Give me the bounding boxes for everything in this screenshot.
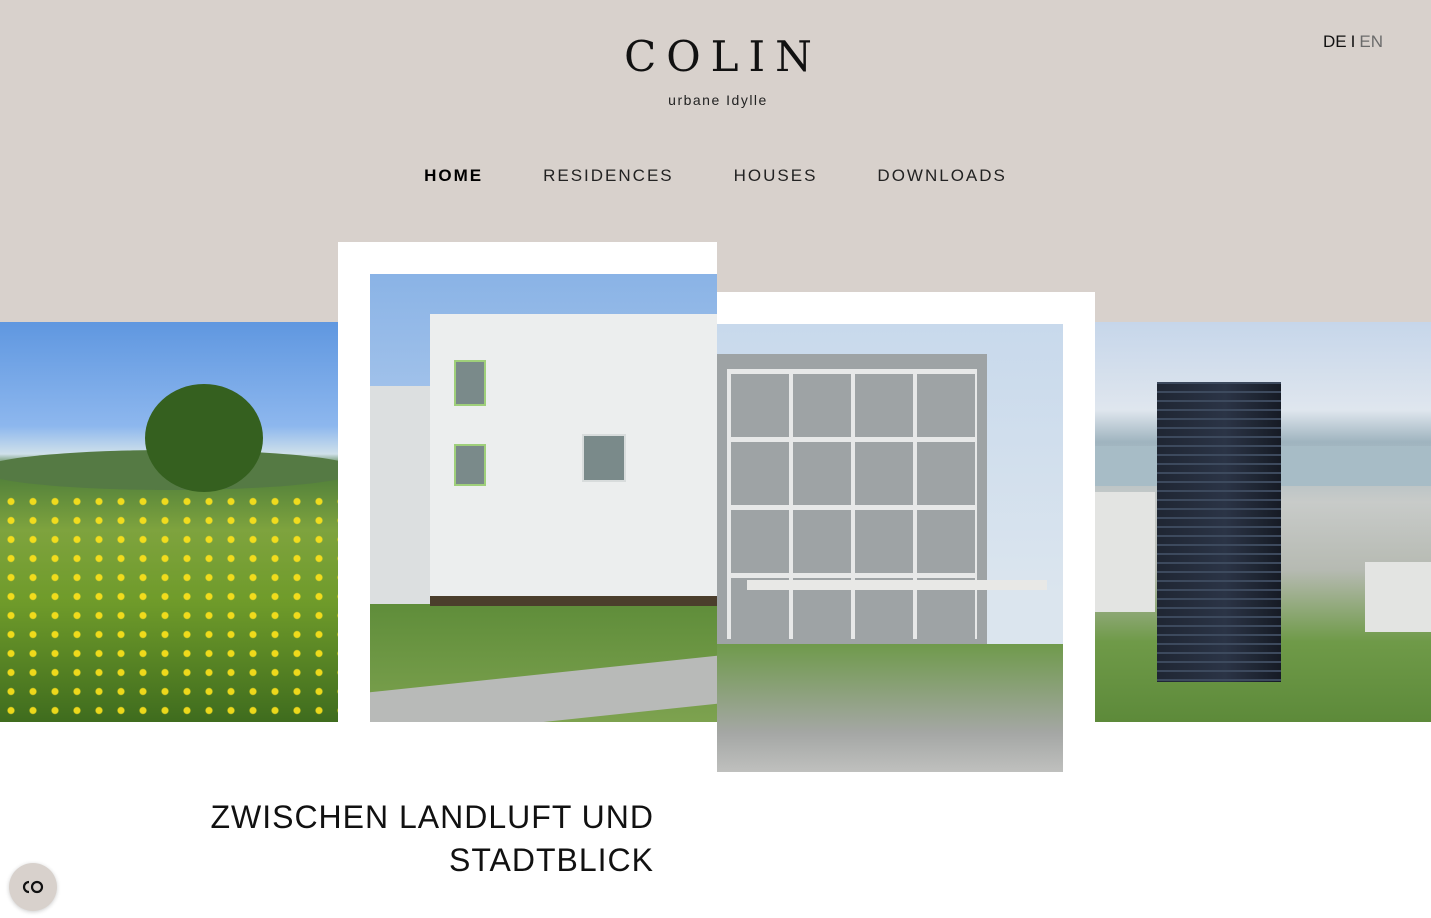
nav-downloads[interactable]: DOWNLOADS xyxy=(877,166,1006,186)
meadow-photo xyxy=(0,322,338,722)
nav-home[interactable]: HOME xyxy=(424,166,483,186)
cookie-consent-button[interactable] xyxy=(9,863,57,911)
language-en[interactable]: EN xyxy=(1359,32,1383,51)
main-nav: HOME RESIDENCES HOUSES DOWNLOADS xyxy=(0,166,1431,186)
brand-tagline: urbane Idylle xyxy=(668,92,768,108)
tower-aerial-photo xyxy=(1095,322,1431,722)
hero-headline: ZWISCHEN LANDLUFT UND STADTBLICK xyxy=(150,796,654,882)
headline-line-1: ZWISCHEN LANDLUFT UND xyxy=(210,799,654,835)
language-separator: I xyxy=(1350,32,1356,51)
cookie-consent-icon xyxy=(22,880,44,894)
language-de[interactable]: DE xyxy=(1323,32,1347,51)
nav-residences[interactable]: RESIDENCES xyxy=(543,166,674,186)
apartment-rendering xyxy=(717,324,1063,772)
headline-line-2: STADTBLICK xyxy=(449,842,654,878)
brand-logo[interactable]: COLIN urbane Idylle xyxy=(560,32,876,109)
brand-name: COLIN xyxy=(624,32,822,81)
nav-houses[interactable]: HOUSES xyxy=(734,166,818,186)
language-switcher: DE I EN xyxy=(1323,32,1383,52)
house-rendering xyxy=(370,274,717,722)
